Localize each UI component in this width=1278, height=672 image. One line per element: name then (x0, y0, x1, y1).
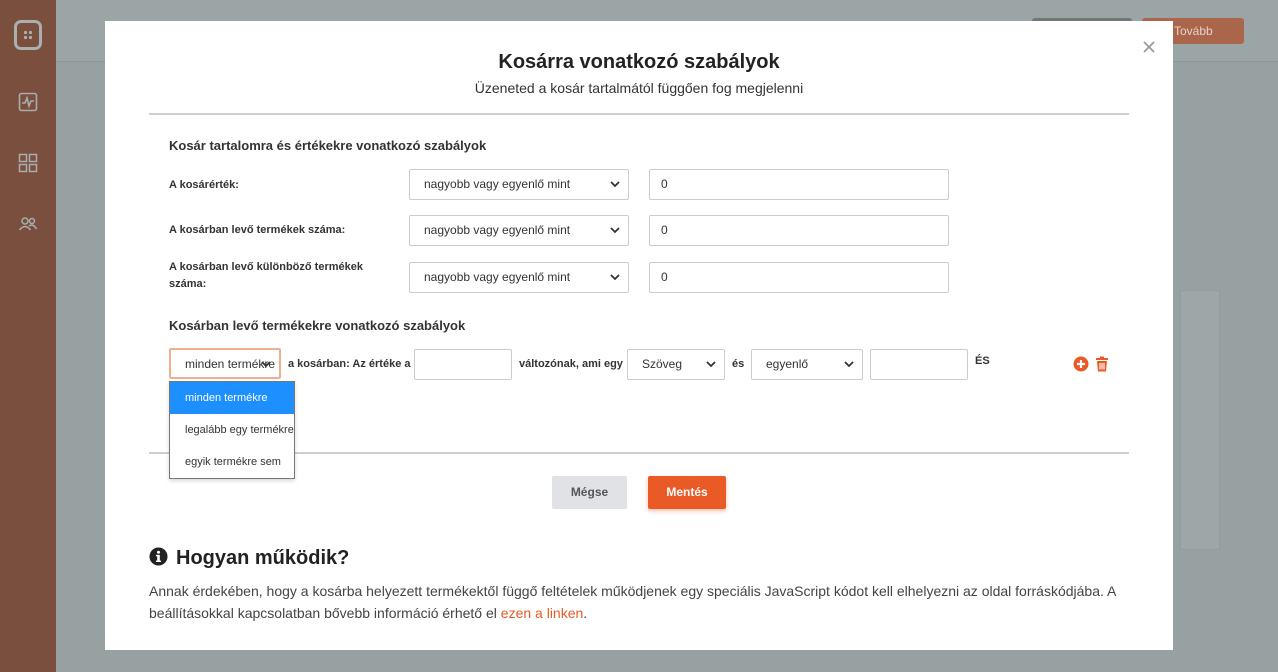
variable-name-input[interactable] (414, 349, 512, 380)
chevron-down-icon (844, 361, 854, 368)
distinct-product-count-label: A kosárban levő különböző termékek száma… (169, 259, 363, 293)
product-scope-dropdown: minden termékre legalább egy termékre eg… (169, 381, 295, 479)
dropdown-option-all-products[interactable]: minden termékre (170, 382, 294, 414)
product-count-operator-select[interactable]: nagyobb vagy egyenlő mint (409, 215, 629, 246)
product-scope-select[interactable]: minden termékre (169, 348, 281, 379)
chevron-down-icon (610, 274, 620, 281)
distinct-product-count-label-line1: A kosárban levő különböző termékek (169, 261, 363, 273)
how-it-works-description: Annak érdekében, hogy a kosárba helyezet… (149, 583, 1116, 621)
rule-text-and: és (732, 358, 745, 370)
chevron-down-icon (610, 181, 620, 188)
how-it-works-suffix: . (583, 605, 588, 621)
variable-type-select[interactable]: Szöveg (627, 349, 725, 380)
chevron-down-icon (610, 227, 620, 234)
how-it-works-heading: Hogyan működik? (149, 547, 349, 570)
modal-title: Kosárra vonatkozó szabályok (498, 51, 780, 73)
comparison-value-input[interactable] (870, 349, 968, 380)
distinct-product-count-operator-select[interactable]: nagyobb vagy egyenlő mint (409, 262, 629, 293)
divider (149, 452, 1129, 454)
distinct-product-count-label-line2: száma: (169, 278, 207, 290)
activity-icon (18, 92, 38, 112)
save-button[interactable]: Mentés (648, 476, 726, 509)
distinct-product-count-input[interactable]: 0 (649, 262, 949, 293)
add-rule-icon[interactable] (1073, 356, 1089, 372)
dropdown-option-at-least-one[interactable]: legalább egy termékre (170, 414, 294, 446)
background-panel (1180, 290, 1220, 550)
section-products-title: Kosárban levő termékekre vonatkozó szabá… (169, 318, 466, 333)
product-count-operator-text: nagyobb vagy egyenlő mint (424, 223, 571, 237)
section-cart-values-title: Kosár tartalomra és értékekre vonatkozó … (169, 138, 487, 153)
grid-icon (18, 153, 38, 173)
cart-value-operator-select[interactable]: nagyobb vagy egyenlő mint (409, 169, 629, 200)
cart-value-label: A kosárérték: (169, 179, 239, 191)
sidebar (0, 0, 56, 672)
product-count-label: A kosárban levő termékek száma: (169, 224, 346, 236)
rule-text-and-upper: ÉS (975, 355, 990, 367)
rule-text-in-cart: a kosárban: Az értéke a (288, 358, 411, 370)
product-count-input[interactable]: 0 (649, 215, 949, 246)
cart-value-input[interactable]: 0 (649, 169, 949, 200)
rule-text-variable: változónak, ami egy (519, 358, 623, 370)
comparison-select[interactable]: egyenlő (751, 349, 863, 380)
modal-subtitle: Üzeneted a kosár tartalmától függően fog… (474, 80, 804, 96)
trash-icon[interactable] (1094, 356, 1110, 372)
info-link[interactable]: ezen a linken (501, 605, 584, 621)
distinct-product-count-operator-text: nagyobb vagy egyenlő mint (424, 270, 571, 284)
chevron-down-icon (706, 361, 716, 368)
users-icon (18, 217, 38, 231)
how-it-works-title: Hogyan működik? (176, 547, 350, 569)
info-icon (149, 547, 168, 566)
divider (149, 113, 1129, 115)
cart-value-operator-text: nagyobb vagy egyenlő mint (424, 177, 571, 191)
how-it-works-text: Annak érdekében, hogy a kosárba helyezet… (149, 580, 1129, 624)
cart-rules-modal: Kosárra vonatkozó szabályok Üzeneted a k… (105, 21, 1173, 650)
dropdown-option-none[interactable]: egyik termékre sem (170, 446, 294, 478)
chevron-down-icon (261, 361, 271, 368)
app-logo-icon (14, 20, 42, 50)
cancel-button[interactable]: Mégse (552, 476, 627, 509)
